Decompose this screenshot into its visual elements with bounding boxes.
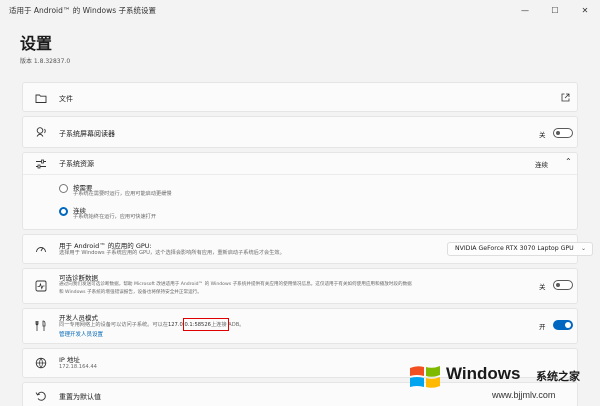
developer-desc-before: 同一专用网络上的设备可以访问子系统。可以在	[59, 322, 168, 328]
tools-icon	[35, 320, 46, 331]
developer-card: 开发人员模式 同一专用网络上的设备可以访问子系统。可以在127.0.0.1:58…	[22, 308, 578, 344]
diagnostics-card: 可选诊断数据 通过向我们发送可选诊断数据，帮助 Microsoft 改进适用于 …	[22, 268, 578, 304]
page-title: 设置	[20, 34, 53, 53]
gpu-desc: 选择用于 Windows 子系统应用的 GPU，这个选择会影响所有应用，重新启动…	[59, 250, 285, 256]
watermark-brand: Windows	[446, 364, 521, 383]
gpu-card: 用于 Android™ 的应用的 GPU: 选择用于 Windows 子系统应用…	[22, 234, 593, 264]
folder-icon	[35, 94, 47, 103]
manage-developer-settings-link[interactable]: 管理开发人员设置	[59, 330, 103, 338]
title-bar: 适用于 Android™ 的 Windows 子系统设置 — ☐ ✕	[0, 0, 600, 22]
diagnostics-toggle[interactable]	[553, 280, 573, 290]
option-continuous-desc: 子系统始终在运行，应用可快速打开	[73, 214, 157, 220]
resources-state: 连续	[535, 161, 548, 169]
diagnostics-state: 关	[539, 283, 546, 291]
close-button[interactable]: ✕	[570, 0, 600, 20]
reset-label: 重置为默认值	[59, 393, 101, 401]
maximize-button[interactable]: ☐	[540, 0, 570, 20]
radio-on-demand[interactable]	[59, 184, 68, 193]
diagnostics-desc-2: 和 Windows 子系统的增强错误报告，设备也将保持安全并正常运行。	[59, 290, 202, 295]
window-title: 适用于 Android™ 的 Windows 子系统设置	[9, 6, 157, 15]
screen-reader-toggle[interactable]	[553, 128, 573, 138]
sliders-icon	[36, 159, 46, 169]
gpu-select-value: NVIDIA GeForce RTX 3070 Laptop GPU	[455, 245, 574, 252]
gauge-icon	[36, 247, 46, 253]
developer-toggle[interactable]	[553, 320, 573, 330]
globe-icon	[35, 357, 47, 369]
gpu-select[interactable]: NVIDIA GeForce RTX 3070 Laptop GPU ⌄	[447, 242, 593, 256]
files-card[interactable]: 文件	[22, 82, 578, 112]
developer-state: 开	[539, 323, 546, 331]
watermark-url: www.bjjmlv.com	[492, 390, 556, 400]
diagnostics-desc-1: 通过向我们发送可选诊断数据，帮助 Microsoft 改进适用于 Android…	[59, 282, 412, 287]
screen-reader-state: 关	[539, 131, 546, 139]
screen-reader-card: 子系统屏幕阅读器 关	[22, 116, 578, 148]
watermark-suffix: 系统之家	[536, 370, 580, 383]
diagnostics-icon	[35, 280, 47, 292]
open-external-icon[interactable]	[561, 93, 570, 102]
version-text: 版本 1.8.32837.0	[20, 58, 71, 65]
screen-reader-label: 子系统屏幕阅读器	[59, 130, 115, 138]
files-label: 文件	[59, 95, 73, 103]
resources-card: 子系统资源 连续 ⌃ 按需要 子系统在需要时运行，应用可能启动更缓慢 连续 子系…	[22, 152, 578, 230]
address-highlight-box	[183, 318, 229, 331]
radio-continuous[interactable]	[59, 207, 68, 216]
screen-reader-icon	[36, 127, 46, 137]
chevron-up-icon[interactable]: ⌃	[565, 157, 572, 166]
option-on-demand-desc: 子系统在需要时运行，应用可能启动更缓慢	[73, 191, 172, 197]
resources-label: 子系统资源	[59, 160, 94, 168]
ip-value: 172.18.164.44	[59, 364, 97, 370]
windows-logo-icon	[410, 366, 440, 388]
divider	[23, 174, 577, 175]
watermark: Windows 系统之家 www.bjjmlv.com	[400, 354, 600, 406]
reset-icon	[35, 391, 46, 401]
chevron-down-icon: ⌄	[580, 245, 586, 252]
minimize-button[interactable]: —	[510, 0, 540, 20]
